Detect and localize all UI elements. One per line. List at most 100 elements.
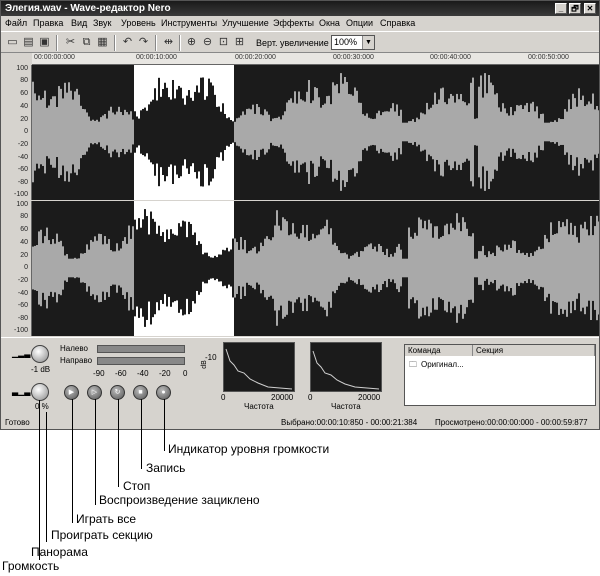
waveform-bar xyxy=(584,221,586,315)
redo-icon[interactable]: ↷ xyxy=(136,35,151,50)
stop-button[interactable]: ■ xyxy=(133,385,148,400)
menu-enhance[interactable]: Улучшение xyxy=(222,16,269,30)
history-item[interactable]: Оригинал... xyxy=(421,360,464,369)
chevron-down-icon[interactable]: ▼ xyxy=(362,36,374,49)
vertical-zoom-select[interactable]: 100% ▼ xyxy=(331,35,375,50)
menu-file[interactable]: Файл xyxy=(5,16,27,30)
right-channel-axis: 100 80 60 40 20 0 -20 -40 -60 -80 -100 xyxy=(1,201,32,336)
play-all-button[interactable]: ▷ xyxy=(87,385,102,400)
record-button[interactable]: ● xyxy=(156,385,171,400)
waveform-bar xyxy=(346,254,348,282)
menu-edit[interactable]: Правка xyxy=(33,16,63,30)
waveform-bar xyxy=(66,254,68,282)
waveform-bar xyxy=(526,252,528,284)
undo-icon[interactable]: ↶ xyxy=(120,35,135,50)
waveform-bar xyxy=(428,109,430,155)
waveform-bar xyxy=(134,111,136,153)
waveform-bar xyxy=(248,251,250,285)
menu-options[interactable]: Опции xyxy=(346,16,373,30)
new-file-icon[interactable]: ▭ xyxy=(5,35,20,50)
waveform-bar xyxy=(182,220,184,316)
minimize-button[interactable]: _ xyxy=(555,3,567,14)
waveform-bar xyxy=(218,254,220,282)
time-ruler[interactable]: 00:00:00:000 00:00:10:000 00:00:20:000 0… xyxy=(32,53,599,65)
waveform-bar xyxy=(536,106,538,158)
waveform-bar xyxy=(524,254,526,282)
open-file-icon[interactable]: ▤ xyxy=(21,35,36,50)
waveform-bar xyxy=(308,80,310,184)
waveform-bar xyxy=(394,252,396,284)
menu-windows[interactable]: Окна xyxy=(319,16,340,30)
history-section-header[interactable]: Секция xyxy=(473,345,595,356)
waveform-bar xyxy=(76,258,78,278)
waveform-bar xyxy=(32,246,34,290)
waveform-bar xyxy=(180,226,182,310)
volume-knob[interactable] xyxy=(31,345,49,363)
waveform-bar xyxy=(540,249,542,287)
waveform-bar xyxy=(528,256,530,280)
callout-line xyxy=(164,399,165,451)
waveform-bar xyxy=(436,104,438,160)
waveform-bar xyxy=(190,224,192,312)
waveform-bar xyxy=(438,99,440,165)
pan-knob[interactable] xyxy=(31,383,49,401)
waveform-bar xyxy=(154,221,156,315)
waveform-bar xyxy=(144,107,146,157)
waveform-bar xyxy=(120,248,122,288)
waveform-bar xyxy=(184,104,186,160)
waveform-bar xyxy=(120,111,122,153)
waveform-bar xyxy=(590,215,592,321)
zoom-out-icon[interactable]: ⊖ xyxy=(200,35,215,50)
waveform-bar xyxy=(90,120,92,144)
waveform-bar xyxy=(104,113,106,151)
waveform-bar xyxy=(294,233,296,303)
maximize-button[interactable]: 🗗 xyxy=(569,3,581,14)
waveform-bar xyxy=(336,84,338,180)
callout-stop: Стоп xyxy=(123,479,151,493)
menu-sound[interactable]: Звук xyxy=(93,16,111,30)
waveform-bar xyxy=(534,111,536,153)
waveform-bar xyxy=(458,99,460,165)
play-section-button[interactable]: ▶ xyxy=(64,385,79,400)
menu-tools[interactable]: Инструменты xyxy=(161,16,217,30)
zoom-full-icon[interactable]: ⊞ xyxy=(232,35,247,50)
menu-help[interactable]: Справка xyxy=(380,16,415,30)
waveform-bar xyxy=(162,88,164,176)
waveform-bar xyxy=(342,83,344,181)
toolbar: ▭ ▤ ▣ ✂ ⧉ ▦ ↶ ↷ ⇹ ⊕ ⊖ ⊡ ⊞ Верт. увеличен… xyxy=(1,31,599,53)
waveform-bar xyxy=(74,91,76,173)
waveform-bar xyxy=(488,251,490,285)
save-icon[interactable]: ▣ xyxy=(37,35,52,50)
waveform-bar xyxy=(508,115,510,149)
waveform-bar xyxy=(368,244,370,292)
waveform-bar xyxy=(190,97,192,167)
waveform-bar xyxy=(496,93,498,171)
left-channel-waveform[interactable] xyxy=(32,65,600,200)
callout-record: Запись xyxy=(146,461,186,475)
waveform-bar xyxy=(80,253,82,283)
waveform-bar xyxy=(522,252,524,284)
close-button[interactable]: ✕ xyxy=(584,3,596,14)
waveform-bar xyxy=(146,216,148,320)
menu-effects[interactable]: Эффекты xyxy=(273,16,314,30)
menu-view[interactable]: Вид xyxy=(71,16,87,30)
waveform-bar xyxy=(212,257,214,279)
history-panel[interactable]: Команда Секция 🗀 Оригинал... xyxy=(404,344,596,406)
history-command-header[interactable]: Команда xyxy=(405,345,473,356)
waveform-bar xyxy=(98,121,100,143)
fit-width-icon[interactable]: ⇹ xyxy=(161,35,176,50)
waveform-bar xyxy=(104,236,106,300)
loop-play-button[interactable]: ↻ xyxy=(110,385,125,400)
right-channel-waveform[interactable] xyxy=(32,201,600,336)
zoom-in-icon[interactable]: ⊕ xyxy=(184,35,199,50)
waveform-bar xyxy=(54,96,56,168)
left-level-meter xyxy=(97,345,185,353)
paste-icon[interactable]: ▦ xyxy=(95,35,110,50)
waveform-bar xyxy=(318,234,320,302)
copy-icon[interactable]: ⧉ xyxy=(79,35,94,50)
cut-icon[interactable]: ✂ xyxy=(63,35,78,50)
waveform-bar xyxy=(98,233,100,303)
waveform-bar xyxy=(128,225,130,311)
zoom-selection-icon[interactable]: ⊡ xyxy=(216,35,231,50)
menu-level[interactable]: Уровень xyxy=(121,16,156,30)
